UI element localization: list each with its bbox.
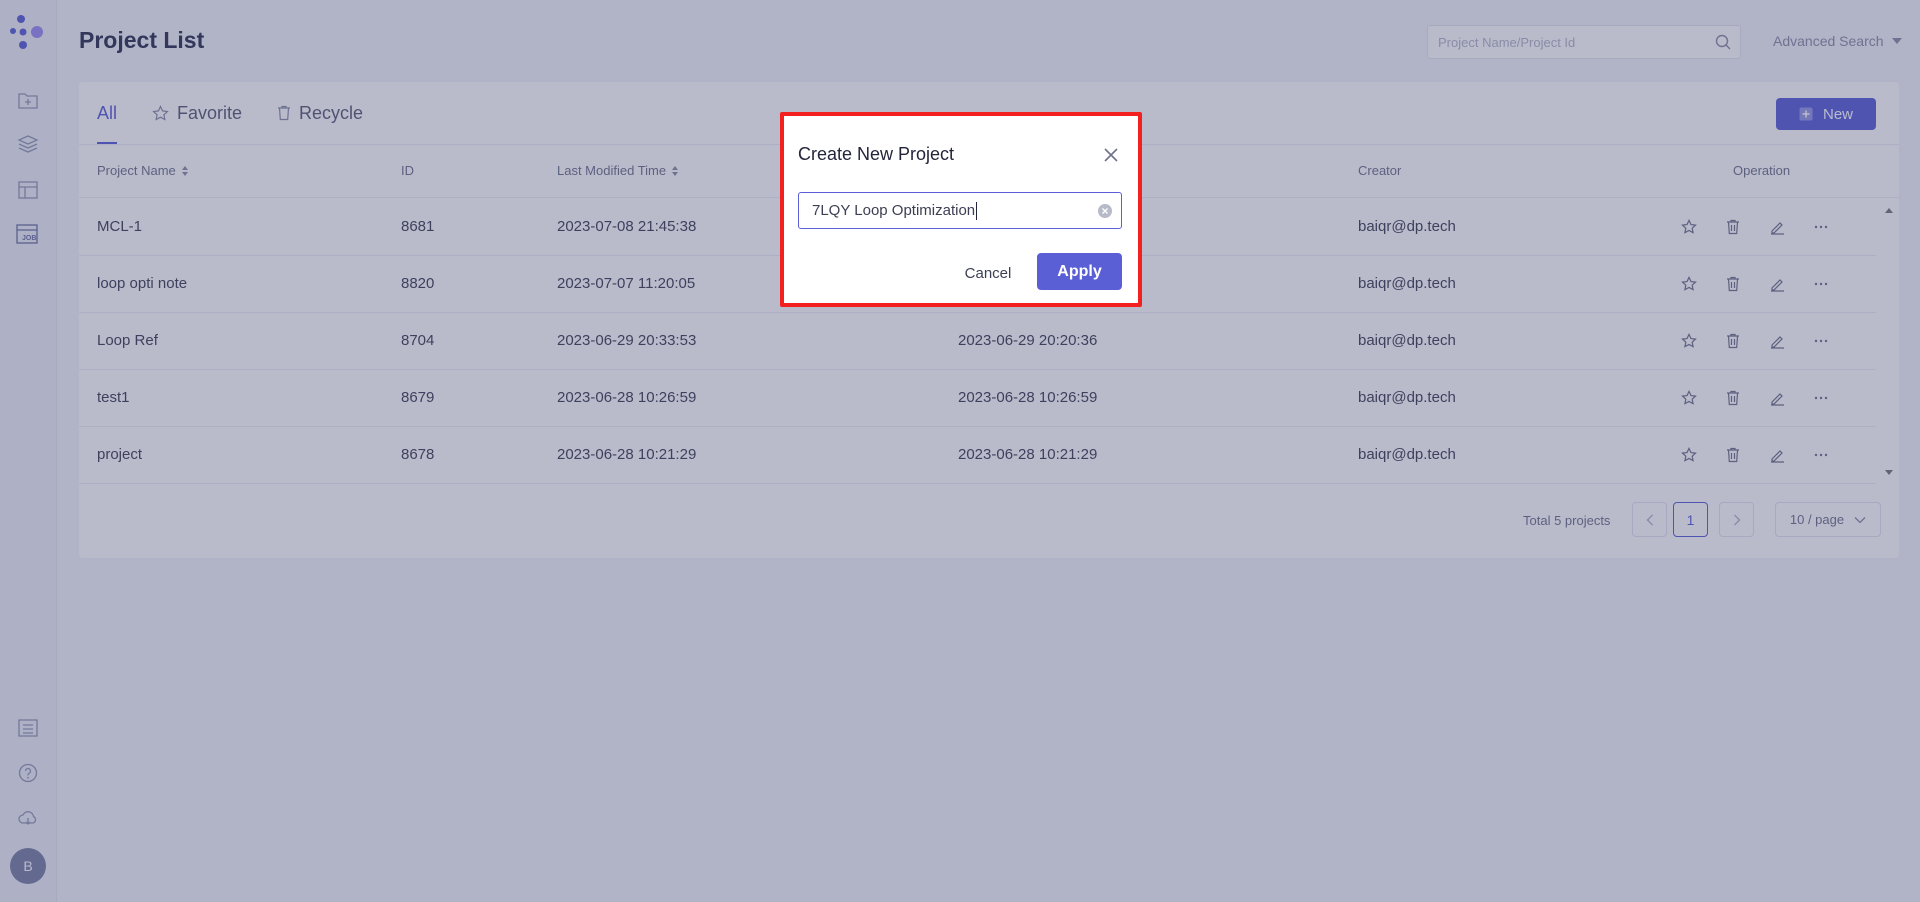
project-name-input[interactable]: 7LQY Loop Optimization	[798, 192, 1122, 229]
close-icon[interactable]	[1100, 144, 1122, 166]
dialog-title: Create New Project	[798, 144, 955, 164]
text-cursor	[976, 201, 978, 220]
cancel-button[interactable]: Cancel	[959, 256, 1017, 291]
project-name-value: 7LQY Loop Optimization	[812, 202, 976, 219]
clear-input-icon[interactable]	[1097, 203, 1113, 219]
create-project-dialog: Create New Project 7LQY Loop Optimizatio…	[780, 112, 1142, 307]
apply-button[interactable]: Apply	[1037, 253, 1122, 290]
